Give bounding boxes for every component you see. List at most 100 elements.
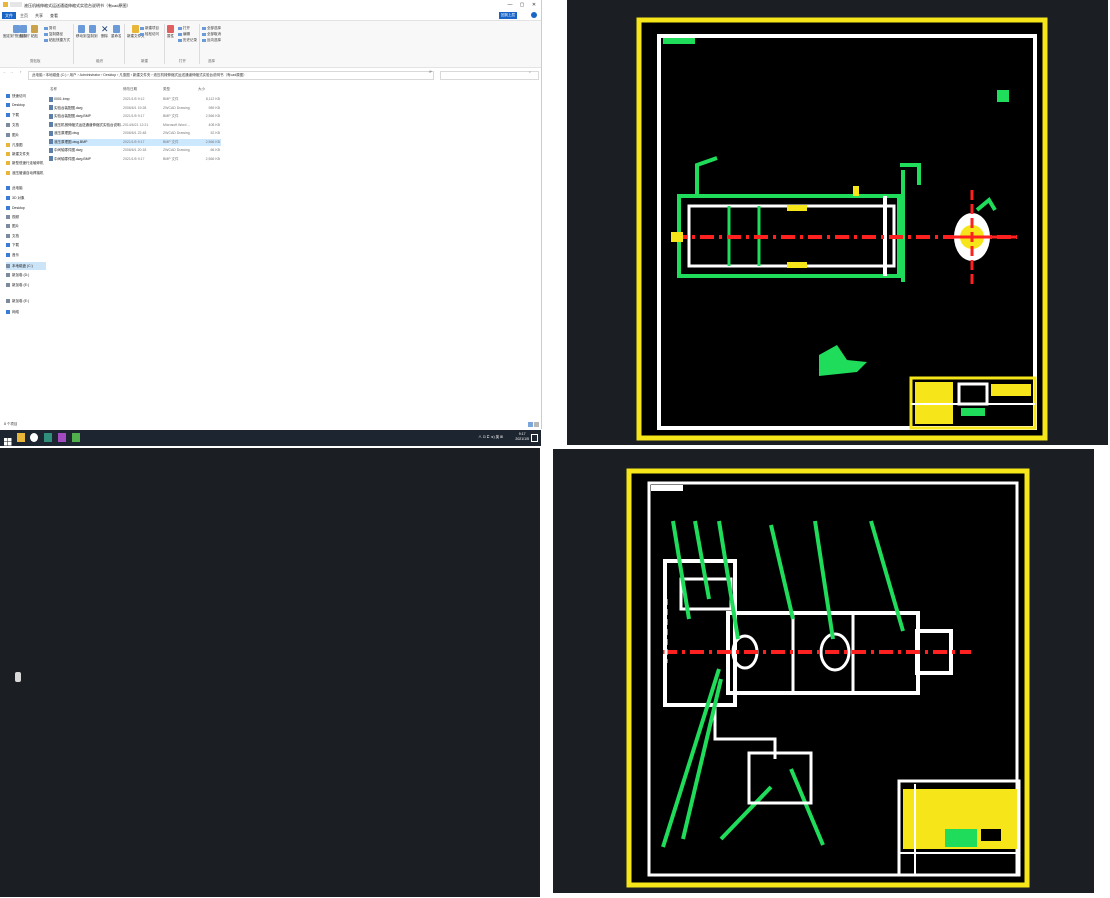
nav-item[interactable]: 视频 [6,213,46,221]
nav-item[interactable]: 新建文件夹 [6,150,46,158]
nav-item[interactable]: 下载 [6,111,46,119]
nav-item[interactable]: 文档 [6,121,46,129]
select-all-icon [202,26,206,30]
nav-item-label: Desktop [12,206,25,210]
tiles-view-icon[interactable] [534,422,539,427]
nav-item[interactable]: 本地磁盘 (C:) [6,262,46,270]
file-name: 中间轴零件图.dwg [49,147,124,154]
address-bar: ← → ↑ 此电脑 › 本地磁盘 (C:) › 用户 › Administrat… [0,69,541,80]
nav-item[interactable]: 图片 [6,131,46,139]
open-button[interactable]: 打开 [178,26,190,31]
help-button[interactable]: 回到上层 [499,12,517,19]
column-size[interactable]: 大小 [198,87,205,92]
file-row[interactable]: 液压原理图.dwg.BMP 2021/1/5 9:17 BMP 文件 2,566 KB [49,138,221,146]
nav-item[interactable]: 音乐 [6,251,46,259]
file-row[interactable]: 液压机械伸缩式运送通道伸缩式实验台说明... 2014/6/21 12:21 Mic… [49,122,221,129]
cut-button[interactable]: 剪切 [44,26,56,31]
file-row[interactable]: 中间轴零件图.dwg 2006/6/1 20:18 ZWCAD Drawing 66 … [49,147,221,154]
file-list: 名称 修改日期 类型 大小 0001.bmp 2021/1/5 9:12 BMP 文… [46,84,541,414]
file-row[interactable]: 0001.bmp 2021/1/5 9:12 BMP 文件 8,112 KB [49,96,221,103]
column-name[interactable]: 名称 [50,87,57,92]
copy-button[interactable]: 复制 [20,25,27,39]
empty-viewer-panel [0,448,540,897]
up-arrow-icon[interactable]: ↑ [20,70,22,74]
system-tray[interactable]: ∧ ⊡ ⊏ ⊲) 英 ⊞ [478,435,503,440]
select-none-button[interactable]: 全部取消 [202,32,221,37]
nav-item[interactable]: 下载 [6,241,46,249]
details-view-icon[interactable] [528,422,533,427]
nav-item[interactable]: 凡惠图 [6,141,46,149]
nav-item-icon [6,133,10,138]
select-all-button[interactable]: 全部选择 [202,26,221,31]
notification-icon[interactable] [531,434,538,442]
nav-item[interactable]: 液压管道自动焊接机 [6,169,46,177]
nav-item[interactable]: Desktop [6,204,46,212]
search-input[interactable] [440,71,539,80]
nav-item-icon [6,206,10,211]
nav-item[interactable]: 新型低速行走破碎机 [6,159,46,167]
rename-button[interactable]: 重命名 [111,25,122,39]
minimize-button[interactable]: — [505,2,515,8]
delete-button[interactable]: ✕ 删除 [101,25,109,39]
start-windows-icon[interactable] [4,433,12,446]
move-to-button[interactable]: 移动到 [76,25,87,39]
group-organize: 组织 [96,59,103,63]
tab-home[interactable]: 主页 [17,12,31,19]
new-item-button[interactable]: 新建项目 [140,26,159,31]
history-button[interactable]: 历史记录 [178,38,197,43]
address-path[interactable]: 此电脑 › 本地磁盘 (C:) › 用户 › Administrator › D… [28,71,434,80]
column-type[interactable]: 类型 [163,87,170,92]
copy-to-button[interactable]: 复制到 [87,25,98,39]
nav-item-icon [6,310,10,315]
nav-item[interactable]: 网络 [6,308,46,316]
invert-selection-button[interactable]: 反向选择 [202,38,221,43]
file-row[interactable]: 实验台装配图.dwg 2006/6/1 19:28 ZWCAD Drawing 989… [49,105,221,112]
tab-view[interactable]: 查看 [47,12,61,19]
file-row[interactable]: 液压原理图.dwg 2006/6/1 22:48 ZWCAD Drawing 52 K… [49,130,221,137]
search-taskbar-icon[interactable] [30,433,38,442]
app-taskbar-icon[interactable] [58,433,66,442]
paste-shortcut-button[interactable]: 粘贴快捷方式 [44,38,70,43]
nav-item[interactable]: 3D 对象 [6,194,46,202]
status-bar: 8 个项目 [0,421,541,429]
forward-arrow-icon[interactable]: → [10,70,14,74]
nav-item[interactable]: 新加卷 (E:) [6,281,46,289]
quick-access-toolbar[interactable] [10,2,22,7]
nav-item[interactable]: 新加卷 (D:) [6,271,46,279]
nav-item-label: 新加卷 (E:) [12,283,30,287]
nav-item[interactable]: 文档 [6,232,46,240]
app-taskbar-icon[interactable] [44,433,52,442]
nav-item[interactable]: 快速访问 [6,92,46,100]
file-name: 液压原理图.dwg.BMP [49,139,124,146]
clock[interactable]: 9:17 2021/1/5 [515,432,529,442]
properties-button[interactable]: 属性 [167,25,174,39]
file-row[interactable]: 实验台装配图.dwg.BMP 2021/1/5 9:17 BMP 文件 2,566 K… [49,113,221,120]
tab-share[interactable]: 共享 [32,12,46,19]
cad-drawing-panel-2 [553,449,1094,893]
edit-button[interactable]: 编辑 [178,32,190,37]
help-icon[interactable] [531,12,537,18]
nav-item[interactable]: 图片 [6,222,46,230]
copy-to-icon [88,25,96,33]
nav-item-icon [6,152,10,157]
nav-item[interactable]: 此电脑 [6,184,46,192]
nav-item-icon [6,161,10,166]
file-explorer-taskbar-icon[interactable] [17,433,25,442]
close-button[interactable]: ✕ [529,2,539,8]
nav-item[interactable]: Desktop [6,101,46,109]
file-size: 2,566 KB [205,114,220,118]
refresh-icon[interactable]: ⟳ [429,70,432,74]
column-date[interactable]: 修改日期 [123,87,137,92]
cad-viewer-taskbar-icon[interactable] [72,433,80,442]
maximize-button[interactable]: ▢ [517,2,527,8]
nav-item[interactable]: 新加卷 (E:) [6,297,46,305]
easy-access-button[interactable]: 轻松访问 [140,32,159,37]
copy-path-button[interactable]: 复制路径 [44,32,63,37]
paste-button[interactable]: 粘贴 [31,25,38,39]
file-row[interactable]: 中间轴零件图.dwg.BMP 2021/1/5 9:17 BMP 文件 2,566 K… [49,156,221,163]
file-icon [49,113,53,119]
nav-item-icon [6,299,10,304]
file-name: 液压原理图.dwg [49,130,124,137]
tab-file[interactable]: 文件 [2,12,16,19]
back-arrow-icon[interactable]: ← [3,70,7,74]
